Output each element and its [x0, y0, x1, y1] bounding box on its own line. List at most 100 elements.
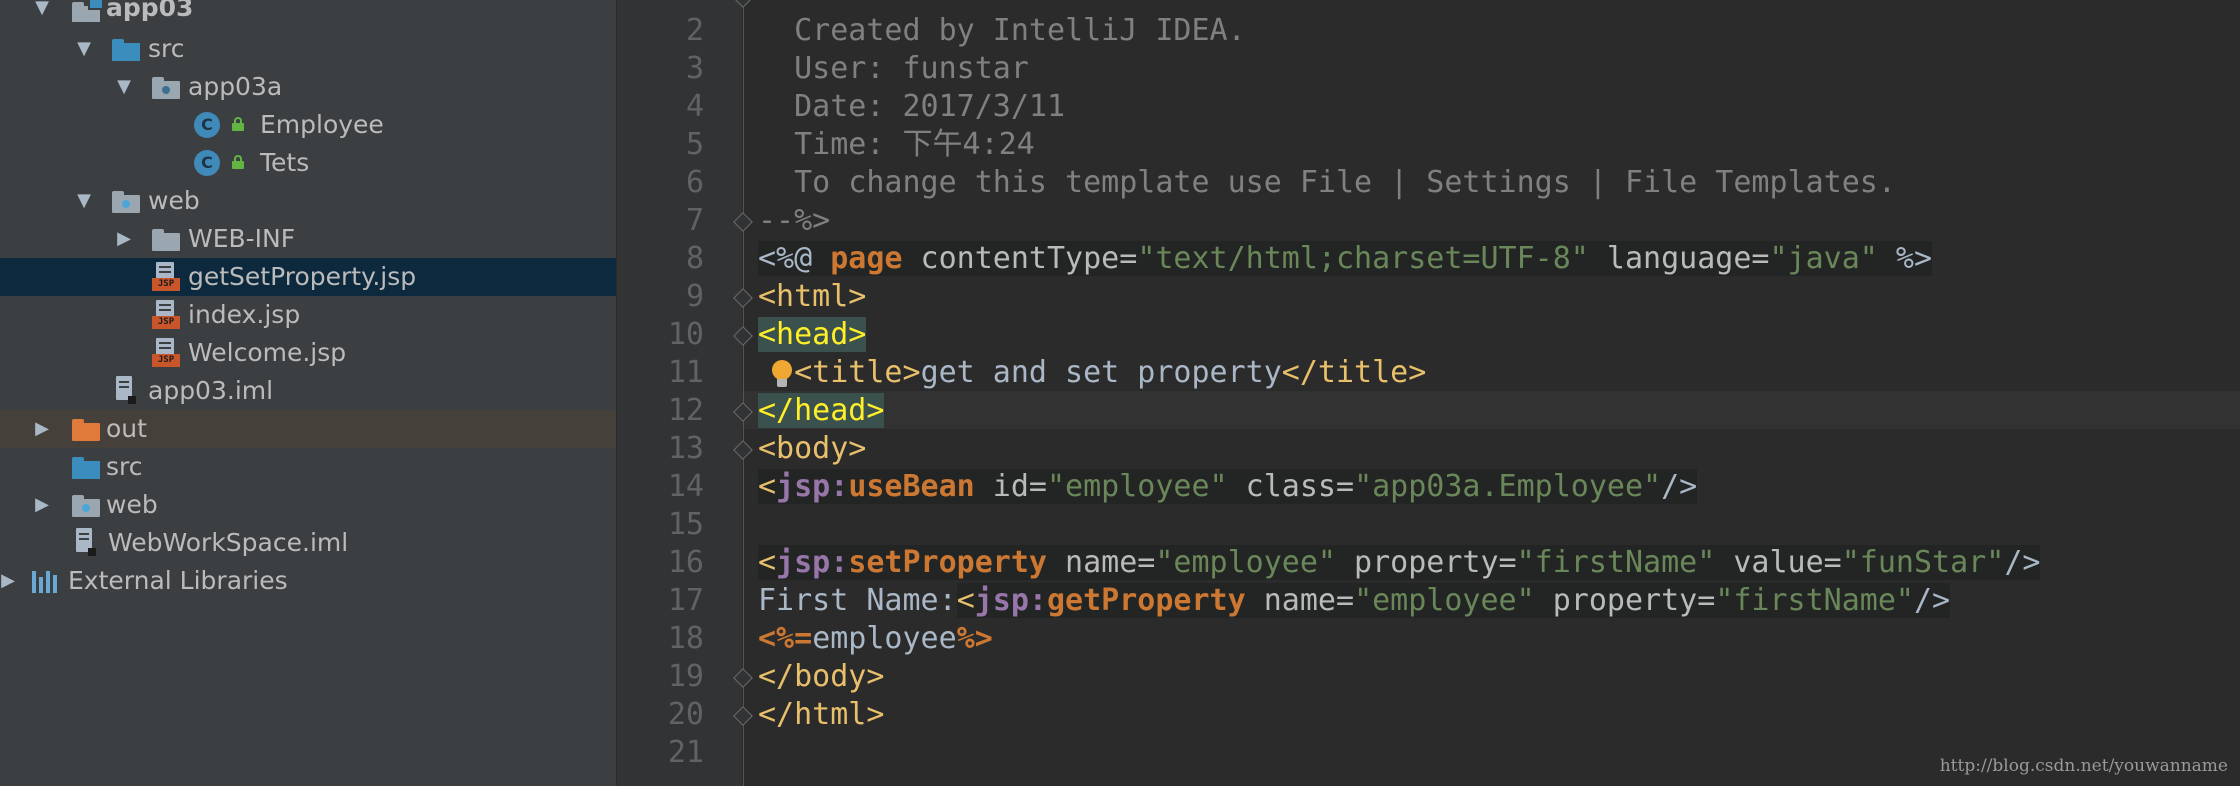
line-number: 13 [667, 431, 704, 466]
package-folder-icon [152, 77, 180, 99]
java-class-icon: C [194, 112, 220, 138]
code-line-17: First Name:<jsp:getProperty name="employ… [758, 583, 1951, 618]
folder-icon [152, 229, 180, 251]
code-line-14: <jsp:useBean id="employee" class="app03a… [758, 469, 1698, 504]
expanded-arrow-icon[interactable]: ▼ [30, 0, 54, 20]
line-number: 5 [685, 127, 704, 162]
jsp-file-icon: JSP [152, 262, 180, 292]
code-line-12: </head> [758, 393, 885, 428]
tree-item-label: web [106, 490, 158, 519]
excluded-folder-icon [72, 419, 100, 441]
tree-item-label: web [148, 186, 200, 215]
code-line-6: To change this template use File | Setti… [758, 165, 1896, 200]
line-number: 9 [685, 279, 704, 314]
collapsed-arrow-icon[interactable]: ▶ [0, 569, 20, 593]
line-number: 4 [685, 89, 704, 124]
source-folder-icon [72, 457, 100, 479]
project-tree[interactable]: ▼ app03 ▼ src ▼ app03a C Employee C Tets… [0, 0, 616, 786]
line-number: 18 [667, 621, 704, 656]
line-number: 8 [685, 241, 704, 276]
tree-item-web-inf[interactable]: ▶ WEB-INF [0, 220, 616, 258]
lock-icon [232, 117, 244, 131]
line-number: 2 [685, 13, 704, 48]
java-class-icon: C [194, 150, 220, 176]
collapsed-arrow-icon[interactable]: ▶ [112, 227, 136, 251]
fold-marker-icon[interactable] [735, 288, 751, 306]
code-line-4: Date: 2017/3/11 [758, 89, 1066, 124]
tree-item-label: app03a [188, 72, 283, 101]
line-number: 19 [667, 659, 704, 694]
tree-item-employee[interactable]: C Employee [0, 106, 616, 144]
tree-item-label: Employee [260, 110, 384, 139]
line-number: 16 [667, 545, 704, 580]
watermark: http://blog.csdn.net/youwanname [1939, 756, 2228, 776]
tree-item-welcome-jsp[interactable]: JSP Welcome.jsp [0, 334, 616, 372]
fold-marker-icon[interactable] [735, 0, 751, 6]
fold-marker-icon[interactable] [735, 402, 751, 420]
fold-marker-icon[interactable] [735, 326, 751, 344]
code-line-11: <title>get and set property</title> [794, 355, 1427, 390]
fold-marker-icon[interactable] [735, 440, 751, 458]
line-number: 3 [685, 51, 704, 86]
line-number: 6 [685, 165, 704, 200]
tree-item-app03a[interactable]: ▼ app03a [0, 68, 616, 106]
module-file-icon [74, 528, 98, 558]
module-folder-icon [72, 0, 104, 22]
code-line-19: </body> [758, 659, 885, 694]
code-line-18: <%=employee%> [758, 621, 993, 656]
code-line-7: --%> [758, 203, 831, 238]
tree-item-app03[interactable]: ▼ app03 [0, 0, 616, 27]
web-folder-icon [112, 191, 140, 213]
code-line-5: Time: 下午4:24 [758, 127, 1035, 162]
tree-item-label: app03.iml [148, 376, 274, 405]
tree-item-external-libraries[interactable]: ▶ External Libraries [0, 562, 616, 600]
tree-item-label: src [106, 452, 143, 481]
code-line-13: <body> [758, 431, 867, 466]
tree-item-getsetproperty-jsp[interactable]: JSP getSetProperty.jsp [0, 258, 616, 296]
code-line-20: </html> [758, 697, 885, 732]
fold-marker-icon[interactable] [735, 706, 751, 724]
line-number: 10 [667, 317, 704, 352]
tree-item-label: app03 [106, 0, 194, 22]
jsp-file-icon: JSP [152, 338, 180, 368]
tree-item-tets[interactable]: C Tets [0, 144, 616, 182]
module-file-icon [114, 376, 138, 406]
web-folder-icon [72, 495, 100, 517]
tree-item-label: External Libraries [68, 566, 288, 595]
lock-icon [232, 155, 244, 169]
tree-item-label: src [148, 34, 185, 63]
tree-item-out[interactable]: ▶ out [0, 410, 616, 448]
collapsed-arrow-icon[interactable]: ▶ [30, 493, 54, 517]
collapsed-arrow-icon[interactable]: ▶ [30, 417, 54, 441]
libraries-icon [32, 571, 60, 593]
fold-marker-icon[interactable] [735, 212, 751, 230]
code-line-8: <%@ page contentType="text/html;charset=… [758, 241, 1933, 276]
expanded-arrow-icon[interactable]: ▼ [72, 37, 96, 61]
line-number: 21 [667, 735, 704, 770]
code-line-10: <head> [758, 317, 867, 352]
expanded-arrow-icon[interactable]: ▼ [112, 75, 136, 99]
tree-item-src[interactable]: ▼ src [0, 30, 616, 68]
expanded-arrow-icon[interactable]: ▼ [72, 189, 96, 213]
code-line-2: Created by IntelliJ IDEA. [758, 13, 1246, 48]
fold-marker-icon[interactable] [735, 668, 751, 686]
line-number: 12 [667, 393, 704, 428]
current-line-highlight [742, 391, 2240, 429]
tree-item-web[interactable]: ▼ web [0, 182, 616, 220]
line-number: 20 [667, 697, 704, 732]
tree-item-label: WEB-INF [188, 224, 296, 253]
tree-item-label: WebWorkSpace.iml [108, 528, 349, 557]
tree-item-app03-iml[interactable]: app03.iml [0, 372, 616, 410]
code-line-16: <jsp:setProperty name="employee" propert… [758, 545, 2041, 580]
tree-item-index-jsp[interactable]: JSP index.jsp [0, 296, 616, 334]
tree-item-web-root[interactable]: ▶ web [0, 486, 616, 524]
tree-item-label: getSetProperty.jsp [188, 262, 417, 291]
tree-item-label: Welcome.jsp [188, 338, 347, 367]
tree-item-webworkspace-iml[interactable]: WebWorkSpace.iml [0, 524, 616, 562]
tree-item-src-root[interactable]: src [0, 448, 616, 486]
line-number: 15 [667, 507, 704, 542]
line-number: 7 [685, 203, 704, 238]
tree-item-label: Tets [260, 148, 310, 177]
line-number: 11 [667, 355, 704, 390]
line-number: 14 [667, 469, 704, 504]
